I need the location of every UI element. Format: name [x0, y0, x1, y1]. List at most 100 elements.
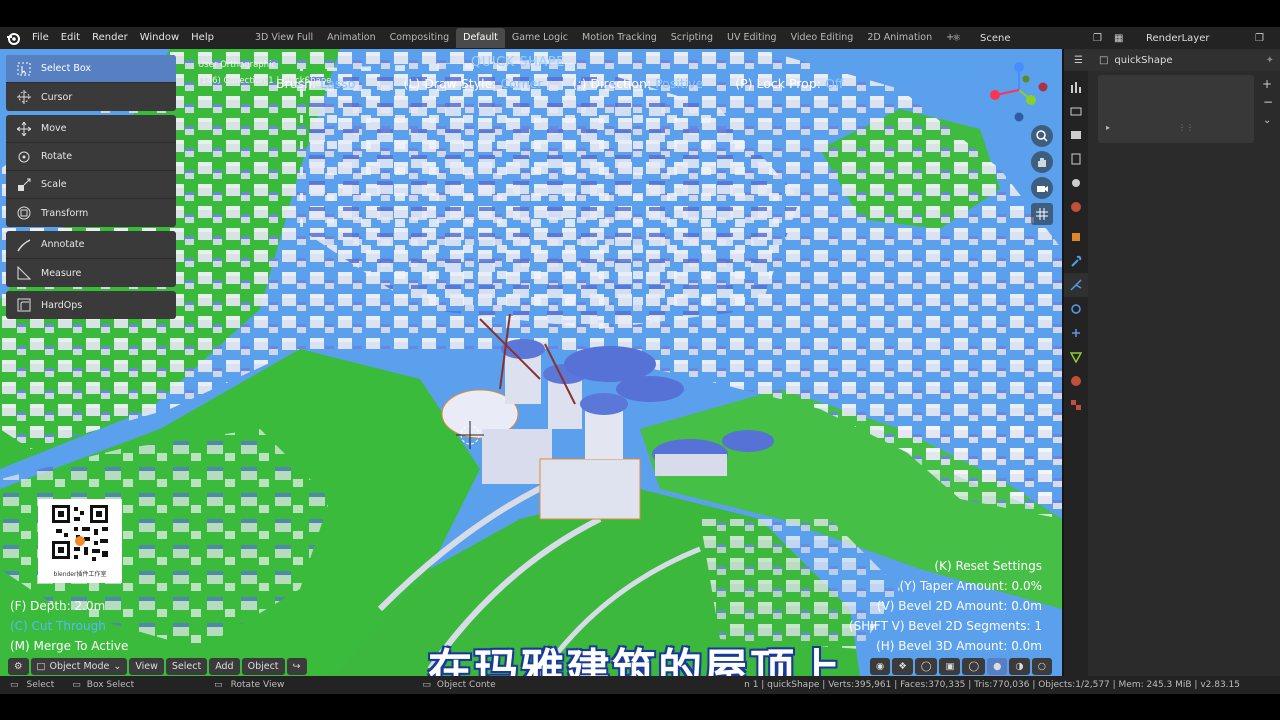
menu-add[interactable]: Add [209, 657, 240, 675]
physics-icon[interactable] [1064, 297, 1088, 321]
tool-transform[interactable]: Transform [6, 199, 176, 227]
shading-solid-icon[interactable]: ● [987, 657, 1008, 675]
quick-shape-title: QUICK SHAPE [471, 55, 565, 70]
menu-help[interactable]: Help [185, 27, 220, 49]
tool-cursor[interactable]: Cursor [6, 83, 176, 111]
camera-view-icon[interactable] [1031, 177, 1053, 199]
tool-rotate[interactable]: Rotate [6, 143, 176, 171]
workspace-tabs: 3D View Full Animation Compositing Defau… [248, 27, 961, 49]
direction-value: Positive [655, 76, 704, 91]
tab-uv-editing[interactable]: UV Editing [720, 28, 784, 48]
tool-annotate[interactable]: Annotate [6, 231, 176, 259]
menu-file[interactable]: File [26, 27, 55, 49]
pin-icon[interactable]: ✦ [1266, 55, 1274, 66]
navigation-gizmo[interactable] [986, 57, 1052, 123]
blender-logo-icon[interactable] [0, 27, 26, 49]
tool-settings-icon[interactable] [1064, 75, 1088, 99]
render-layer-icon: ▦ [1114, 32, 1124, 44]
active-object-name: quickShape [1114, 54, 1173, 66]
tool-measure[interactable]: Measure [6, 259, 176, 287]
scene-name: Scene [980, 32, 1011, 44]
world-settings-icon[interactable] [1064, 195, 1088, 219]
select-box-icon [6, 62, 41, 76]
constraints-icon[interactable] [1064, 321, 1088, 345]
visibility-icon[interactable]: ◉ [870, 657, 891, 675]
tab-motion-tracking[interactable]: Motion Tracking [575, 28, 664, 48]
output-settings-icon[interactable] [1064, 123, 1088, 147]
transform-orientation-icon[interactable]: ↪ [286, 657, 307, 675]
shading-rendered-icon[interactable]: ○ [1031, 657, 1052, 675]
tool-label: Scale [41, 179, 67, 190]
context-menu-icon: ▭ [422, 680, 431, 690]
ortho-grid-icon[interactable] [1031, 203, 1053, 225]
pencil-icon [6, 238, 41, 252]
render-layer-selector[interactable]: ▦ RenderLayer ❐ [1114, 29, 1264, 47]
cursor-icon [6, 90, 41, 104]
tab-compositing[interactable]: Compositing [383, 28, 457, 48]
view-name: User Orthographic [198, 60, 277, 70]
draw-style-label: (L) Draw Style: [403, 76, 497, 91]
particles-icon[interactable] [1064, 273, 1088, 297]
modifier-wrench-icon[interactable] [1064, 249, 1088, 273]
tab-animation[interactable]: Animation [320, 28, 382, 48]
tab-default[interactable]: Default [456, 28, 505, 48]
new-scene-icon[interactable]: ❐ [1093, 33, 1102, 44]
hardops-icon [6, 298, 41, 312]
brush-label: Brush: [276, 76, 317, 91]
tab-game-logic[interactable]: Game Logic [505, 28, 575, 48]
tool-label: Measure [41, 267, 82, 279]
object-data-icon[interactable] [1064, 345, 1088, 369]
editor-type-icon[interactable]: ⚙ [8, 657, 29, 675]
overlay-toggle-icon[interactable]: ◯ [914, 657, 938, 675]
shading-wireframe-icon[interactable]: ◯ [962, 657, 986, 675]
menu-select[interactable]: Select [165, 657, 208, 675]
new-render-layer-icon[interactable]: ❐ [1255, 33, 1264, 44]
status-box-select: ▭ Box Select [72, 680, 135, 690]
mode-dropdown[interactable]: □ Object Mode ⌄ [30, 657, 128, 675]
tool-label: Select Box [41, 63, 91, 74]
menu-view[interactable]: View [129, 657, 164, 675]
tab-2d-animation[interactable]: 2D Animation [860, 28, 939, 48]
scene-settings-icon[interactable] [1064, 171, 1088, 195]
object-properties-icon[interactable] [1064, 225, 1088, 249]
tool-label: Move [41, 123, 67, 134]
gizmo-toggle-icon[interactable]: ❖ [892, 657, 913, 675]
3d-viewport[interactable]: Select Box Cursor Move Rotate Scale Tran… [0, 49, 1062, 676]
remove-icon[interactable]: − [1263, 95, 1273, 109]
qr-caption: blender插件工作室 [53, 571, 107, 578]
tool-scale[interactable]: Scale [6, 171, 176, 199]
direction-label: (;) Direction: [572, 76, 652, 91]
render-settings-icon[interactable] [1064, 99, 1088, 123]
drag-handle-icon[interactable]: ⋮⋮ [1178, 123, 1194, 132]
expand-arrow-icon[interactable]: ▸ [1106, 123, 1110, 132]
status-select: ▭ Select [10, 680, 55, 690]
tool-select-box[interactable]: Select Box [6, 55, 176, 83]
bevel-2d-segments-setting: (SHIFT V) Bevel 2D Segments: 1 [848, 619, 1042, 633]
view-layer-icon[interactable] [1064, 147, 1088, 171]
scale-icon [6, 178, 41, 192]
chevron-down-icon: ⌄ [113, 660, 122, 672]
editor-type-icon[interactable]: ☰ [1074, 55, 1083, 66]
tool-hardops[interactable]: HardOps [6, 291, 176, 319]
tab-3d-view-full[interactable]: 3D View Full [248, 28, 320, 48]
lock-prop-value: Off [824, 76, 844, 91]
zoom-icon[interactable] [1031, 125, 1053, 147]
tool-move[interactable]: Move [6, 115, 176, 143]
shading-material-icon[interactable]: ◑ [1009, 657, 1030, 675]
scene-selector[interactable]: ⚛ Scene ❐ [952, 29, 1102, 47]
pan-hand-icon[interactable] [1031, 151, 1053, 173]
xray-toggle-icon[interactable]: ▣ [939, 657, 961, 675]
add-icon[interactable]: + [1262, 77, 1272, 91]
tab-scripting[interactable]: Scripting [664, 28, 720, 48]
scene-statistics: n 1 | quickShape | Verts:395,961 | Faces… [744, 680, 1240, 690]
menu-render[interactable]: Render [86, 27, 134, 49]
menu-window[interactable]: Window [134, 27, 185, 49]
mode-label: Object Mode [49, 660, 110, 672]
tab-video-editing[interactable]: Video Editing [784, 28, 861, 48]
menu-edit[interactable]: Edit [55, 27, 86, 49]
texture-icon[interactable] [1064, 393, 1088, 417]
material-icon[interactable] [1064, 369, 1088, 393]
chevron-down-icon[interactable]: ⌄ [1263, 115, 1271, 126]
menu-object[interactable]: Object [241, 657, 285, 675]
tool-label: Cursor [41, 91, 73, 103]
